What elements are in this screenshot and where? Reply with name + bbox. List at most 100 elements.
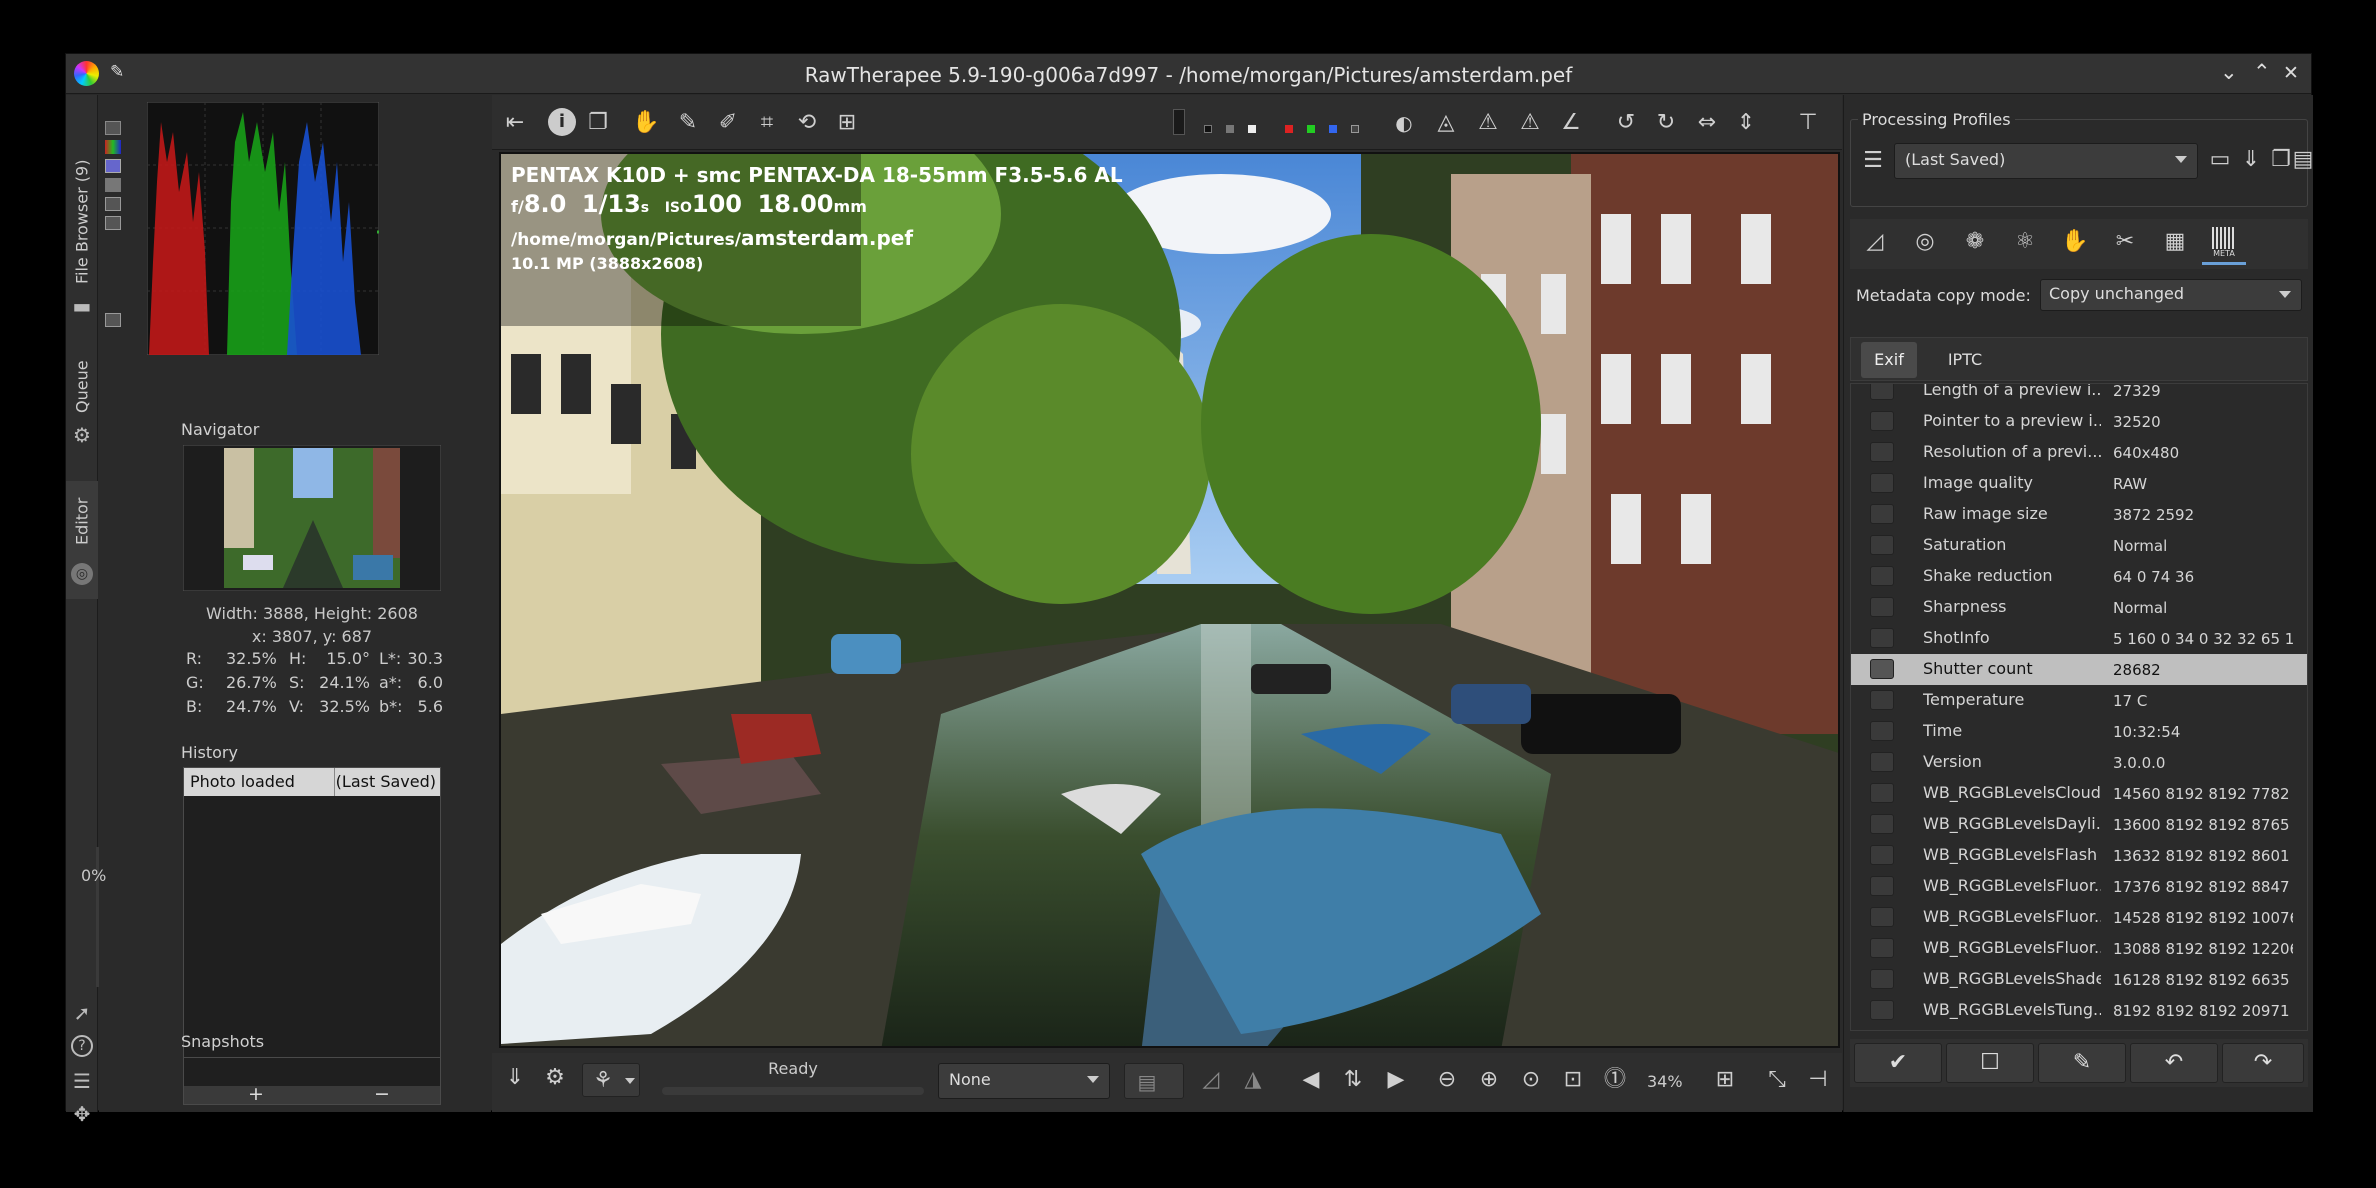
exif-row[interactable]: Resolution of a previ... 640x480 — [1851, 437, 2307, 468]
histogram-mode-button[interactable] — [105, 216, 121, 230]
exif-row[interactable]: Version 3.0.0.0 — [1851, 747, 2307, 778]
exif-checkbox[interactable] — [1870, 845, 1894, 865]
sync-icon[interactable]: ⇅ — [1338, 1065, 1368, 1095]
snapshot-remove-button[interactable]: − — [374, 1083, 390, 1105]
channel-blue-swatch[interactable] — [1329, 125, 1337, 133]
toggle-panels-icon[interactable]: ⊣ — [1803, 1065, 1833, 1095]
histogram-linear-button[interactable] — [105, 121, 121, 135]
exif-row[interactable]: WB_RGGBLevelsFluor... 14528 8192 8192 100… — [1851, 902, 2307, 933]
histogram-options-button[interactable] — [105, 313, 121, 327]
gears-icon[interactable]: ⚙ — [71, 424, 93, 446]
hide-right-panel-icon[interactable]: ⊤ — [1793, 108, 1823, 138]
exif-checkbox[interactable] — [1870, 659, 1894, 679]
exif-checkbox[interactable] — [1870, 535, 1894, 555]
exif-checkbox[interactable] — [1870, 628, 1894, 648]
straighten-icon[interactable]: ⟲ — [792, 108, 822, 138]
channel-red-swatch[interactable] — [1285, 125, 1293, 133]
help-icon[interactable]: ? — [71, 1035, 93, 1057]
transform-tab-icon[interactable]: ✂ — [2110, 229, 2140, 254]
detail-tab-icon[interactable]: ◎ — [1910, 229, 1940, 254]
angle-tool-icon[interactable]: ∠ — [1556, 108, 1586, 138]
exif-checkbox[interactable] — [1870, 690, 1894, 710]
histogram-chroma-button[interactable] — [105, 159, 121, 173]
color-tab-icon[interactable]: ❁ — [1960, 229, 1990, 254]
history-row[interactable]: Photo loaded (Last Saved) — [184, 768, 440, 796]
external-editor-button[interactable]: ⚘ — [582, 1063, 640, 1097]
profile-select[interactable]: (Last Saved) — [1894, 143, 2198, 179]
tab-editor[interactable]: Editor — [66, 485, 98, 557]
edit-button[interactable]: ✎ — [2038, 1043, 2126, 1083]
exif-row[interactable]: WB_RGGBLevelsTung... 8192 8192 8192 20971 — [1851, 995, 2307, 1026]
exposure-tab-icon[interactable]: ◿ — [1860, 229, 1890, 254]
exif-row[interactable]: Length of a preview i... 27329 — [1851, 384, 2307, 406]
reset-button[interactable]: ☐ — [1946, 1043, 2034, 1083]
warning-shadows-icon[interactable]: ⚠ — [1515, 108, 1545, 138]
exif-row[interactable]: WB_RGGBLevelsDayli... 13600 8192 8192 876… — [1851, 809, 2307, 840]
zoom-in-icon[interactable]: ⊕ — [1474, 1065, 1504, 1095]
gamut-select[interactable]: ▤ — [1124, 1063, 1184, 1099]
exif-checkbox[interactable] — [1870, 597, 1894, 617]
profile-list-icon[interactable]: ☰ — [1858, 148, 1888, 173]
color-picker-icon[interactable]: ✐ — [713, 108, 743, 138]
exif-checkbox[interactable] — [1870, 384, 1894, 400]
crop-icon[interactable]: ⌗ — [752, 108, 782, 138]
zoom-fit-crop-icon[interactable]: ⊡ — [1558, 1065, 1588, 1095]
exif-checkbox[interactable] — [1870, 969, 1894, 989]
exif-row[interactable]: Sharpness Normal — [1851, 592, 2307, 623]
preferences-icon[interactable]: ☰ — [71, 1070, 93, 1092]
zoom-out-icon[interactable]: ⊖ — [1432, 1065, 1462, 1095]
save-image-icon[interactable]: ⇓ — [500, 1063, 530, 1093]
undo-button[interactable]: ↶ — [2130, 1043, 2218, 1083]
wb-picker-icon[interactable]: ✎ — [673, 108, 703, 138]
channel-green-swatch[interactable] — [1307, 125, 1315, 133]
exif-checkbox[interactable] — [1870, 411, 1894, 431]
histogram-rgb-button[interactable] — [105, 140, 121, 154]
exif-row[interactable]: Pointer to a preview i... 32520 — [1851, 406, 2307, 437]
before-after-icon[interactable]: ❐ — [583, 108, 613, 138]
new-detail-window-icon[interactable]: ⊞ — [1710, 1065, 1740, 1095]
exif-row[interactable]: WB_RGGBLevelsFlash 13632 8192 8192 8601 — [1851, 840, 2307, 871]
navigator-thumbnail[interactable] — [183, 445, 441, 591]
next-image-icon[interactable]: ▶ — [1381, 1065, 1411, 1095]
exif-checkbox[interactable] — [1870, 504, 1894, 524]
color-profile-select[interactable]: None — [938, 1063, 1110, 1099]
fullscreen-move-icon[interactable]: ✥ — [71, 1103, 93, 1125]
send-to-queue-icon[interactable]: ⚙ — [540, 1063, 570, 1093]
flip-vertical-icon[interactable]: ⇕ — [1731, 108, 1761, 138]
exif-checkbox[interactable] — [1870, 442, 1894, 462]
new-detail-window-icon[interactable]: ➚ — [71, 1002, 93, 1024]
hand-tool-icon[interactable]: ✋ — [631, 108, 661, 138]
save-profile-icon[interactable]: ⇓ — [2236, 147, 2266, 172]
exif-row[interactable]: Time 10:32:54 — [1851, 716, 2307, 747]
paste-profile-icon[interactable]: ▤ — [2288, 147, 2318, 172]
image-preview[interactable]: PENTAX K10D + smc PENTAX-DA 18-55mm F3.5… — [499, 152, 1840, 1048]
bg-grey-swatch[interactable] — [1226, 125, 1234, 133]
exif-checkbox[interactable] — [1870, 566, 1894, 586]
exif-checkbox[interactable] — [1870, 783, 1894, 803]
tab-file-browser[interactable]: File Browser (9) — [66, 157, 98, 287]
info-icon[interactable]: i — [548, 108, 576, 136]
focus-mask-icon[interactable]: ◐ — [1389, 108, 1419, 138]
histogram-bar-button[interactable] — [105, 197, 121, 211]
apply-button[interactable]: ✔ — [1854, 1043, 1942, 1083]
zoom-fit-icon[interactable]: ⊙ — [1516, 1065, 1546, 1095]
tab-iptc[interactable]: IPTC — [1937, 342, 1993, 378]
zoom-100-icon[interactable]: ⓵ — [1600, 1065, 1630, 1095]
exif-row[interactable]: Shutter count 28682 — [1851, 654, 2307, 685]
rotate-right-icon[interactable]: ↻ — [1651, 108, 1681, 138]
flip-horizontal-icon[interactable]: ⇔ — [1692, 108, 1722, 138]
metadata-tab[interactable]: META — [2202, 223, 2246, 265]
bg-black-swatch[interactable] — [1204, 125, 1212, 133]
exif-row[interactable]: Shake reduction 64 0 74 36 — [1851, 561, 2307, 592]
redo-all-button[interactable]: ↷ — [2222, 1043, 2304, 1083]
preview-bg-selector[interactable] — [1173, 109, 1185, 135]
hide-left-panel-icon[interactable]: ⇤ — [500, 108, 530, 138]
exif-row[interactable]: Saturation Normal — [1851, 530, 2307, 561]
histogram-raw-button[interactable] — [105, 178, 121, 192]
minimize-icon[interactable]: ⌄ — [2220, 60, 2238, 84]
exif-row[interactable]: WB_RGGBLevelsCloudy 14560 8192 8192 7782 — [1851, 778, 2307, 809]
raw-tab-icon[interactable]: ▦ — [2160, 229, 2190, 254]
channel-lum-swatch[interactable] — [1351, 125, 1359, 133]
metadata-copy-mode-select[interactable]: Copy unchanged — [2040, 279, 2302, 311]
gamut-check-icon[interactable]: ◮ — [1238, 1065, 1268, 1095]
